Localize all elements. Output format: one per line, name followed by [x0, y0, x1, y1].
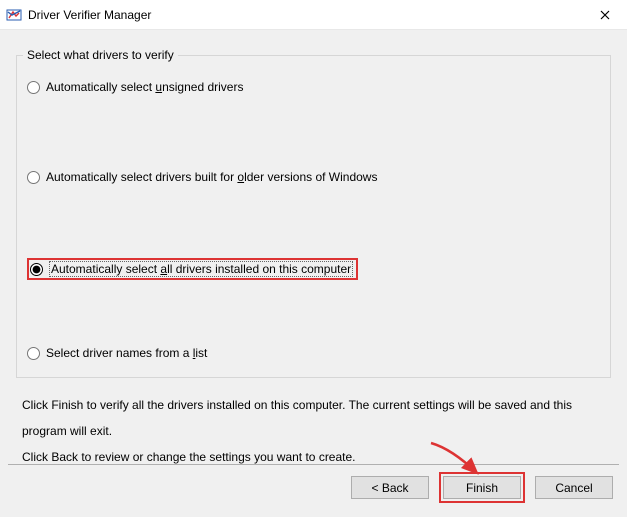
radio-all-highlight: Automatically select all drivers install… [27, 258, 358, 280]
finish-button[interactable]: Finish [443, 476, 521, 499]
app-icon [6, 7, 22, 23]
button-row: < Back Finish Cancel [351, 472, 613, 503]
radio-list[interactable]: Select driver names from a list [27, 346, 207, 360]
radio-all-input[interactable] [30, 263, 43, 276]
radio-older-label: Automatically select drivers built for o… [46, 170, 377, 184]
instruction-line-2: Click Back to review or change the setti… [22, 444, 609, 470]
close-icon [600, 10, 610, 20]
back-button[interactable]: < Back [351, 476, 429, 499]
client-area: Select what drivers to verify Automatica… [0, 30, 627, 517]
radio-older-input[interactable] [27, 171, 40, 184]
window-title: Driver Verifier Manager [28, 8, 582, 22]
titlebar: Driver Verifier Manager [0, 0, 627, 30]
separator [8, 464, 619, 465]
finish-highlight: Finish [439, 472, 525, 503]
instruction-line-1: Click Finish to verify all the drivers i… [22, 392, 609, 444]
group-legend: Select what drivers to verify [23, 48, 178, 62]
radio-older[interactable]: Automatically select drivers built for o… [27, 170, 377, 184]
cancel-button[interactable]: Cancel [535, 476, 613, 499]
instructions: Click Finish to verify all the drivers i… [22, 392, 609, 470]
radio-unsigned[interactable]: Automatically select unsigned drivers [27, 80, 243, 94]
close-button[interactable] [582, 0, 627, 30]
radio-all-label: Automatically select all drivers install… [49, 261, 353, 277]
radio-unsigned-label: Automatically select unsigned drivers [46, 80, 243, 94]
driver-select-group: Select what drivers to verify Automatica… [16, 48, 611, 378]
radio-all[interactable]: Automatically select all drivers install… [27, 258, 358, 280]
radio-list-label: Select driver names from a list [46, 346, 207, 360]
radio-unsigned-input[interactable] [27, 81, 40, 94]
radio-list-input[interactable] [27, 347, 40, 360]
